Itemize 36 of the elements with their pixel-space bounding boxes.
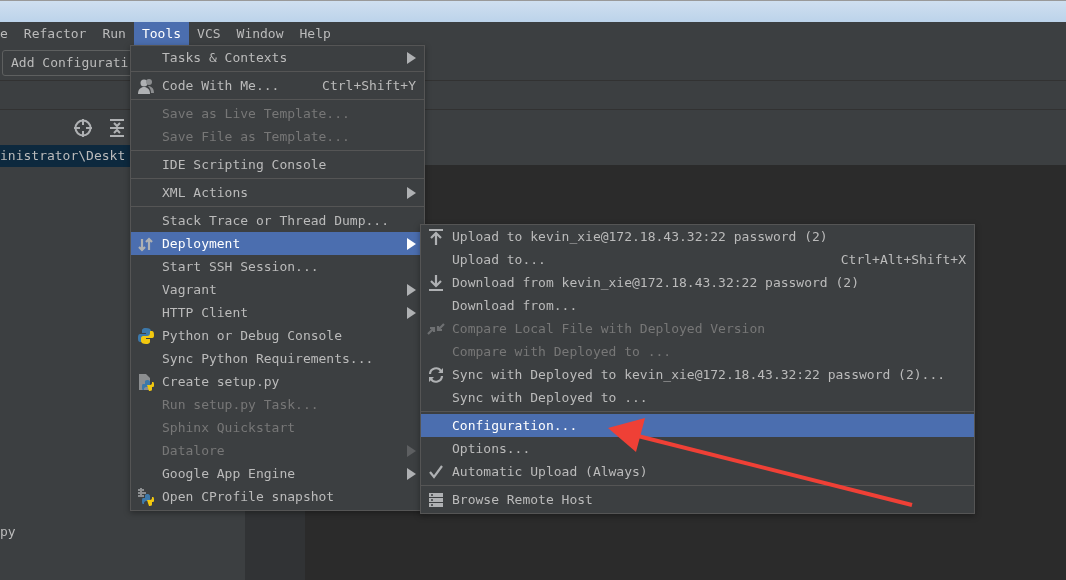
menu-item[interactable]: IDE Scripting Console xyxy=(131,153,424,176)
locate-icon[interactable] xyxy=(73,117,93,138)
menu-bar-item[interactable]: VCS xyxy=(189,22,229,45)
menu-bar-item[interactable]: Tools xyxy=(133,22,190,45)
menu-item[interactable]: Python or Debug Console xyxy=(131,324,424,347)
menu-bar-item[interactable]: Help xyxy=(291,22,339,45)
menu-bar-item[interactable]: Window xyxy=(228,22,292,45)
menu-item[interactable]: Upload to kevin_xie@172.18.43.32:22 password (2) xyxy=(421,225,974,248)
menu-item[interactable]: Upload to... Ctrl+Alt+Shift+X xyxy=(421,248,974,271)
menu-bar-item[interactable]: Run xyxy=(94,22,134,45)
menu-item[interactable]: Sync with Deployed to ... xyxy=(421,386,974,409)
menu-item[interactable]: Sync Python Requirements... xyxy=(131,347,424,370)
menu-item[interactable]: Download from... xyxy=(421,294,974,317)
menu-item[interactable]: Options... xyxy=(421,437,974,460)
people-icon xyxy=(137,76,155,95)
python-file-icon xyxy=(137,372,155,391)
collapse-icon[interactable] xyxy=(109,117,125,138)
project-tree-item[interactable]: py xyxy=(0,521,245,543)
menu-item[interactable]: Sync with Deployed to kevin_xie@172.18.43.32:22 password (2)... xyxy=(421,363,974,386)
menu-item[interactable]: Google App Engine xyxy=(131,462,424,485)
menu-item[interactable]: Browse Remote Host xyxy=(421,488,974,511)
menu-item[interactable]: Download from kevin_xie@172.18.43.32:22 password (2) xyxy=(421,271,974,294)
menu-bar-item[interactable]: Refactor xyxy=(15,22,95,45)
menu-item[interactable]: Create setup.py xyxy=(131,370,424,393)
menu-item[interactable]: Code With Me... Ctrl+Shift+Y xyxy=(131,74,424,97)
menu-item[interactable]: Stack Trace or Thread Dump... xyxy=(131,209,424,232)
python-profile-icon xyxy=(137,487,155,506)
menu-bar-item[interactable]: e xyxy=(0,22,16,45)
menu-item[interactable]: HTTP Client xyxy=(131,301,424,324)
menu-item[interactable]: Vagrant xyxy=(131,278,424,301)
menu-item[interactable]: Start SSH Session... xyxy=(131,255,424,278)
menu-item[interactable]: Automatic Upload (Always) xyxy=(421,460,974,483)
python-icon xyxy=(137,326,155,345)
menu-item[interactable]: Open CProfile snapshot xyxy=(131,485,424,508)
menu-item[interactable]: Configuration... xyxy=(421,414,974,437)
menu-item[interactable]: XML Actions xyxy=(131,181,424,204)
